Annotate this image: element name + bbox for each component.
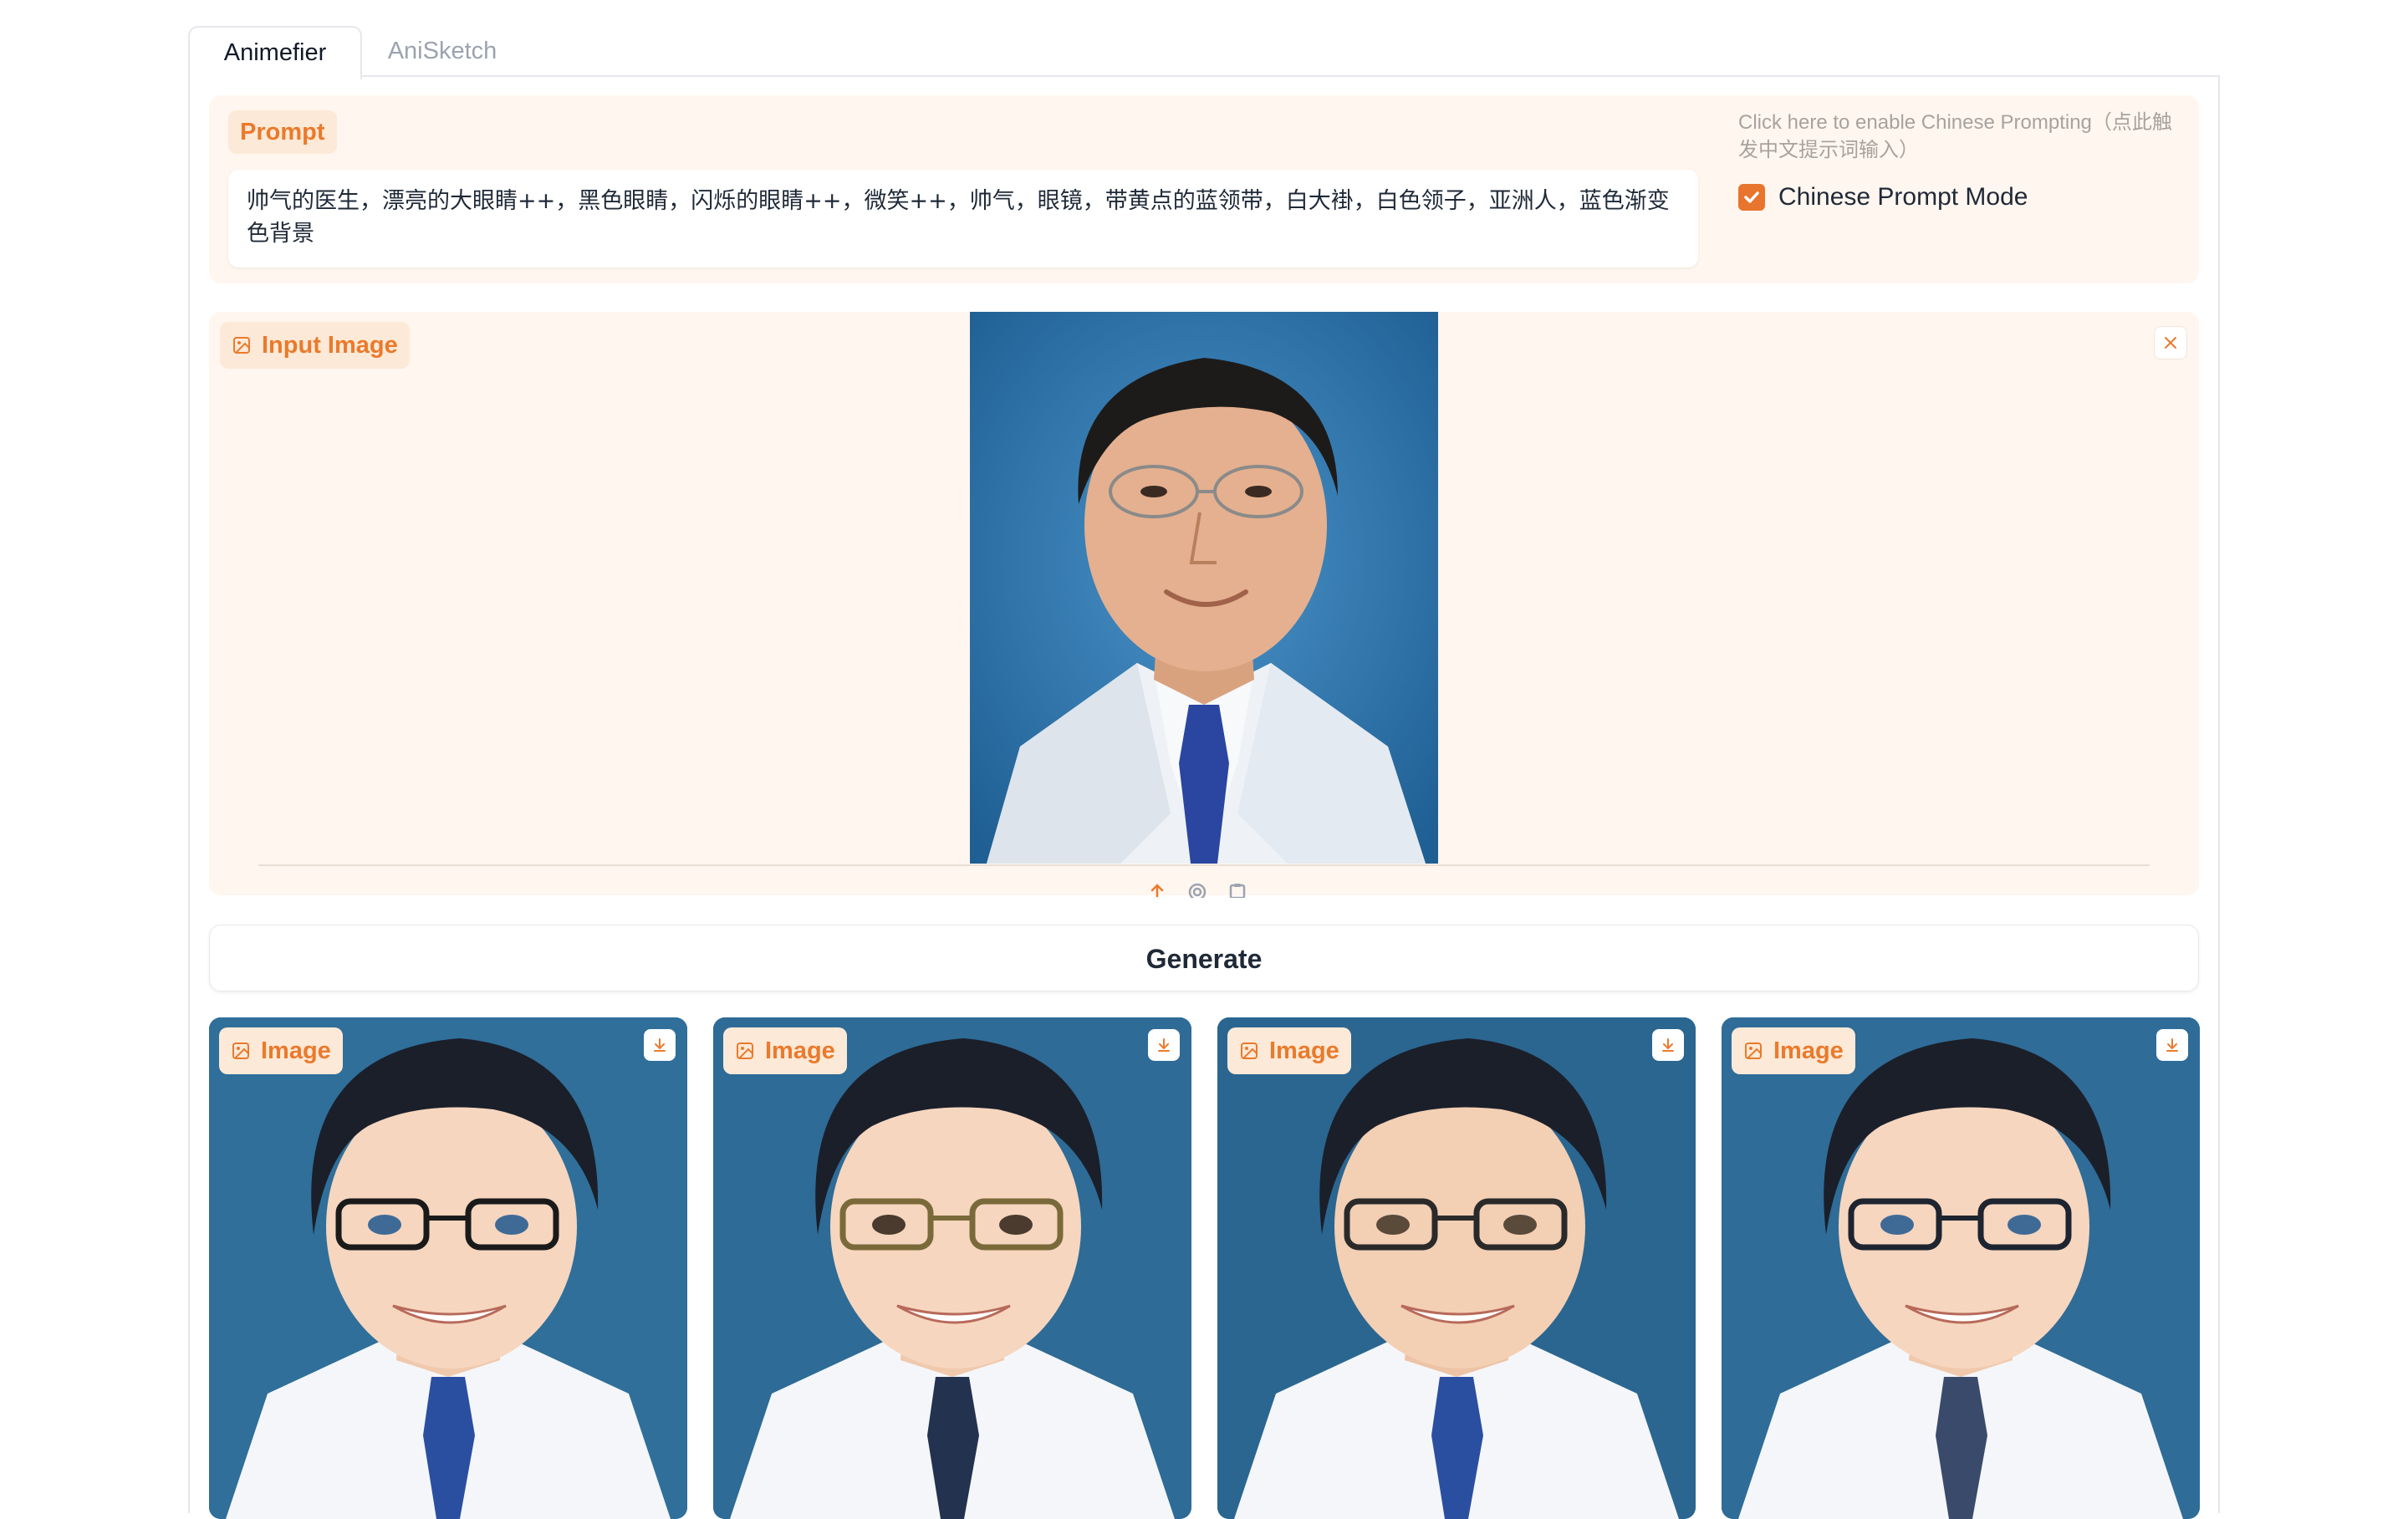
output-image-2: Image	[713, 1017, 1191, 1519]
input-image-label: Input Image	[220, 322, 410, 369]
download-icon	[654, 1038, 666, 1052]
output-image-label: Image	[219, 1027, 343, 1074]
output-image-label: Image	[1732, 1027, 1855, 1074]
input-image-label-text: Input Image	[262, 331, 398, 359]
image-icon	[232, 1042, 249, 1059]
output-image-label: Image	[723, 1027, 847, 1074]
anime-portrait	[1722, 1017, 2200, 1519]
download-icon	[2166, 1038, 2178, 1052]
upload-icon[interactable]	[1148, 883, 1166, 898]
close-icon	[2165, 337, 2176, 349]
output-image-label-text: Image	[261, 1037, 331, 1064]
image-icon	[233, 337, 250, 354]
generate-button[interactable]: Generate	[209, 925, 2199, 991]
download-icon	[1158, 1038, 1170, 1052]
clear-image-button[interactable]	[2154, 326, 2187, 359]
anime-portrait	[1217, 1017, 1696, 1519]
output-image-label-text: Image	[1269, 1037, 1339, 1064]
download-button[interactable]	[644, 1029, 676, 1061]
output-image-1: Image	[209, 1017, 687, 1519]
input-photo	[970, 312, 1438, 864]
clipboard-icon[interactable]	[1228, 883, 1247, 898]
anime-portrait	[209, 1017, 687, 1519]
tab-animefier[interactable]: Animefier	[188, 26, 362, 79]
webcam-icon[interactable]	[1186, 883, 1208, 898]
image-icon	[1745, 1042, 1762, 1059]
anime-portrait	[713, 1017, 1191, 1519]
download-button[interactable]	[1148, 1029, 1180, 1061]
download-button[interactable]	[2156, 1029, 2188, 1061]
chinese-prompt-checkbox[interactable]	[1738, 184, 1765, 211]
chinese-prompt-hint[interactable]: Click here to enable Chinese Prompting（点…	[1738, 109, 2190, 164]
output-image-label-text: Image	[765, 1037, 835, 1064]
image-icon	[737, 1042, 753, 1059]
check-icon	[1744, 191, 1759, 203]
image-divider	[258, 864, 2150, 866]
prompt-label: Prompt	[228, 110, 337, 154]
output-image-4: Image	[1722, 1017, 2200, 1519]
image-source-toolbar	[1148, 883, 1265, 898]
download-button[interactable]	[1652, 1029, 1684, 1061]
output-image-label-text: Image	[1773, 1037, 1844, 1064]
tab-anisketch[interactable]: AniSketch	[375, 26, 509, 76]
tab-bar: Animefier AniSketch	[188, 26, 2221, 79]
output-image-3: Image	[1217, 1017, 1696, 1519]
chinese-prompt-label[interactable]: Chinese Prompt Mode	[1778, 179, 2028, 216]
output-image-label: Image	[1227, 1027, 1351, 1074]
image-icon	[1241, 1042, 1258, 1059]
prompt-label-text: Prompt	[240, 118, 325, 145]
prompt-textarea[interactable]: 帅气的医生，漂亮的大眼睛++，黑色眼睛，闪烁的眼睛++，微笑++，帅气，眼镜，带…	[228, 170, 1698, 268]
download-icon	[1662, 1038, 1674, 1052]
